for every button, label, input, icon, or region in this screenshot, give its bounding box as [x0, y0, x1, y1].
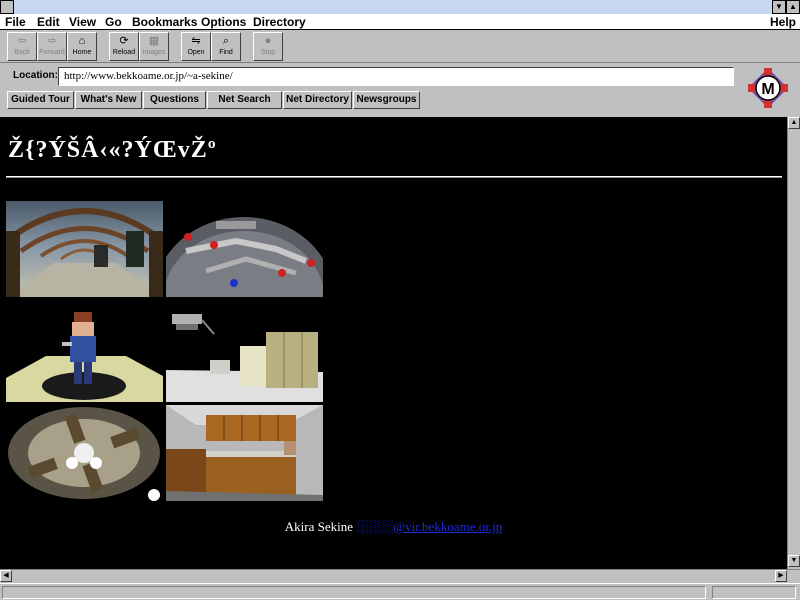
location-input[interactable]: http://www.bekkoame.or.jp/~a-sekine/ [58, 67, 734, 86]
thumbnail-ceiling-fan[interactable] [6, 405, 163, 501]
back-arrow-icon: ⇦ [17, 35, 27, 47]
thumbnail-dome-pipes[interactable] [166, 201, 323, 297]
forward-label: Forward [39, 49, 65, 56]
open-icon: ⇋ [191, 35, 201, 47]
author-email-link[interactable]: ░░░░@vir.bekkoame.or.jp [356, 519, 502, 534]
horizontal-rule [6, 176, 782, 178]
images-label: Images [142, 49, 166, 56]
open-label: Open [187, 49, 205, 56]
stop-label: Stop [260, 49, 276, 56]
menu-file[interactable]: File [5, 15, 26, 29]
page-footer: Akira Sekine ░░░░@vir.bekkoame.or.jp [0, 519, 787, 535]
location-bar: Location: http://www.bekkoame.or.jp/~a-s… [0, 64, 800, 88]
net-search-button[interactable]: Net Search [207, 91, 282, 109]
newsgroups-button[interactable]: Newsgroups [353, 91, 420, 109]
status-text-area [2, 586, 706, 599]
page-title: Ž{?ÝŠÂ‹«?ÝŒvŽº [8, 137, 217, 163]
scroll-up-arrow-icon[interactable]: ▲ [788, 117, 800, 129]
status-progress-area [712, 586, 796, 599]
horizontal-scrollbar[interactable]: ◀ ▶ [0, 569, 800, 582]
browser-logo: M [746, 66, 790, 110]
forward-button[interactable]: ⇨ Forward [37, 32, 67, 61]
find-button[interactable]: ⌕ Find [211, 32, 241, 61]
whats-new-button[interactable]: What's New [75, 91, 142, 109]
reload-icon: ⟳ [119, 35, 129, 47]
toolbar: ⇦ Back ⇨ Forward ⌂ Home ⟳ Reload ▦ Image… [0, 31, 800, 63]
status-bar [0, 583, 800, 600]
menu-bookmarks[interactable]: Bookmarks [132, 15, 197, 29]
thumbnail-character-spotlight[interactable] [6, 306, 163, 402]
minimize-button[interactable]: ▼ [772, 0, 786, 14]
menu-edit[interactable]: Edit [37, 15, 60, 29]
find-icon: ⌕ [222, 35, 230, 47]
title-bar: ▼ ▲ [0, 0, 800, 14]
back-label: Back [14, 49, 30, 56]
location-label: Location: [13, 70, 58, 81]
find-label: Find [219, 49, 233, 56]
thumbnail-equipment-room[interactable] [166, 306, 323, 402]
scroll-right-arrow-icon[interactable]: ▶ [775, 570, 787, 582]
home-button[interactable]: ⌂ Home [67, 32, 97, 61]
reload-label: Reload [112, 49, 136, 56]
forward-arrow-icon: ⇨ [47, 35, 57, 47]
home-icon: ⌂ [78, 35, 86, 47]
stop-icon: ● [264, 35, 272, 47]
home-label: Home [72, 49, 92, 56]
logo-letter: M [761, 81, 774, 98]
menu-bar: File Edit View Go Bookmarks Options Dire… [0, 14, 800, 30]
system-menu-button[interactable] [0, 0, 14, 14]
scroll-left-arrow-icon[interactable]: ◀ [0, 570, 12, 582]
menu-go[interactable]: Go [105, 15, 122, 29]
menu-help[interactable]: Help [770, 15, 796, 29]
menu-directory[interactable]: Directory [253, 15, 306, 29]
author-name: Akira Sekine [284, 519, 354, 534]
maximize-button[interactable]: ▲ [786, 0, 800, 14]
title-fill [14, 0, 772, 14]
reload-button[interactable]: ⟳ Reload [109, 32, 139, 61]
page-content: Ž{?ÝŠÂ‹«?ÝŒvŽº Akira Sekine ░░░░@vir.bek… [0, 117, 787, 569]
back-button[interactable]: ⇦ Back [7, 32, 37, 61]
directory-buttons: Guided Tour What's New Questions Net Sea… [0, 90, 800, 112]
menu-options[interactable]: Options [201, 15, 246, 29]
menu-view[interactable]: View [69, 15, 96, 29]
vertical-scrollbar[interactable]: ▲ ▼ [787, 117, 800, 569]
scroll-down-arrow-icon[interactable]: ▼ [788, 555, 800, 567]
open-button[interactable]: ⇋ Open [181, 32, 211, 61]
guided-tour-button[interactable]: Guided Tour [7, 91, 74, 109]
thumbnail-kitchen[interactable] [166, 405, 323, 501]
net-directory-button[interactable]: Net Directory [283, 91, 352, 109]
images-icon: ▦ [148, 35, 160, 47]
questions-button[interactable]: Questions [143, 91, 206, 109]
images-button[interactable]: ▦ Images [139, 32, 169, 61]
stop-button[interactable]: ● Stop [253, 32, 283, 61]
thumbnail-arched-hall[interactable] [6, 201, 163, 297]
